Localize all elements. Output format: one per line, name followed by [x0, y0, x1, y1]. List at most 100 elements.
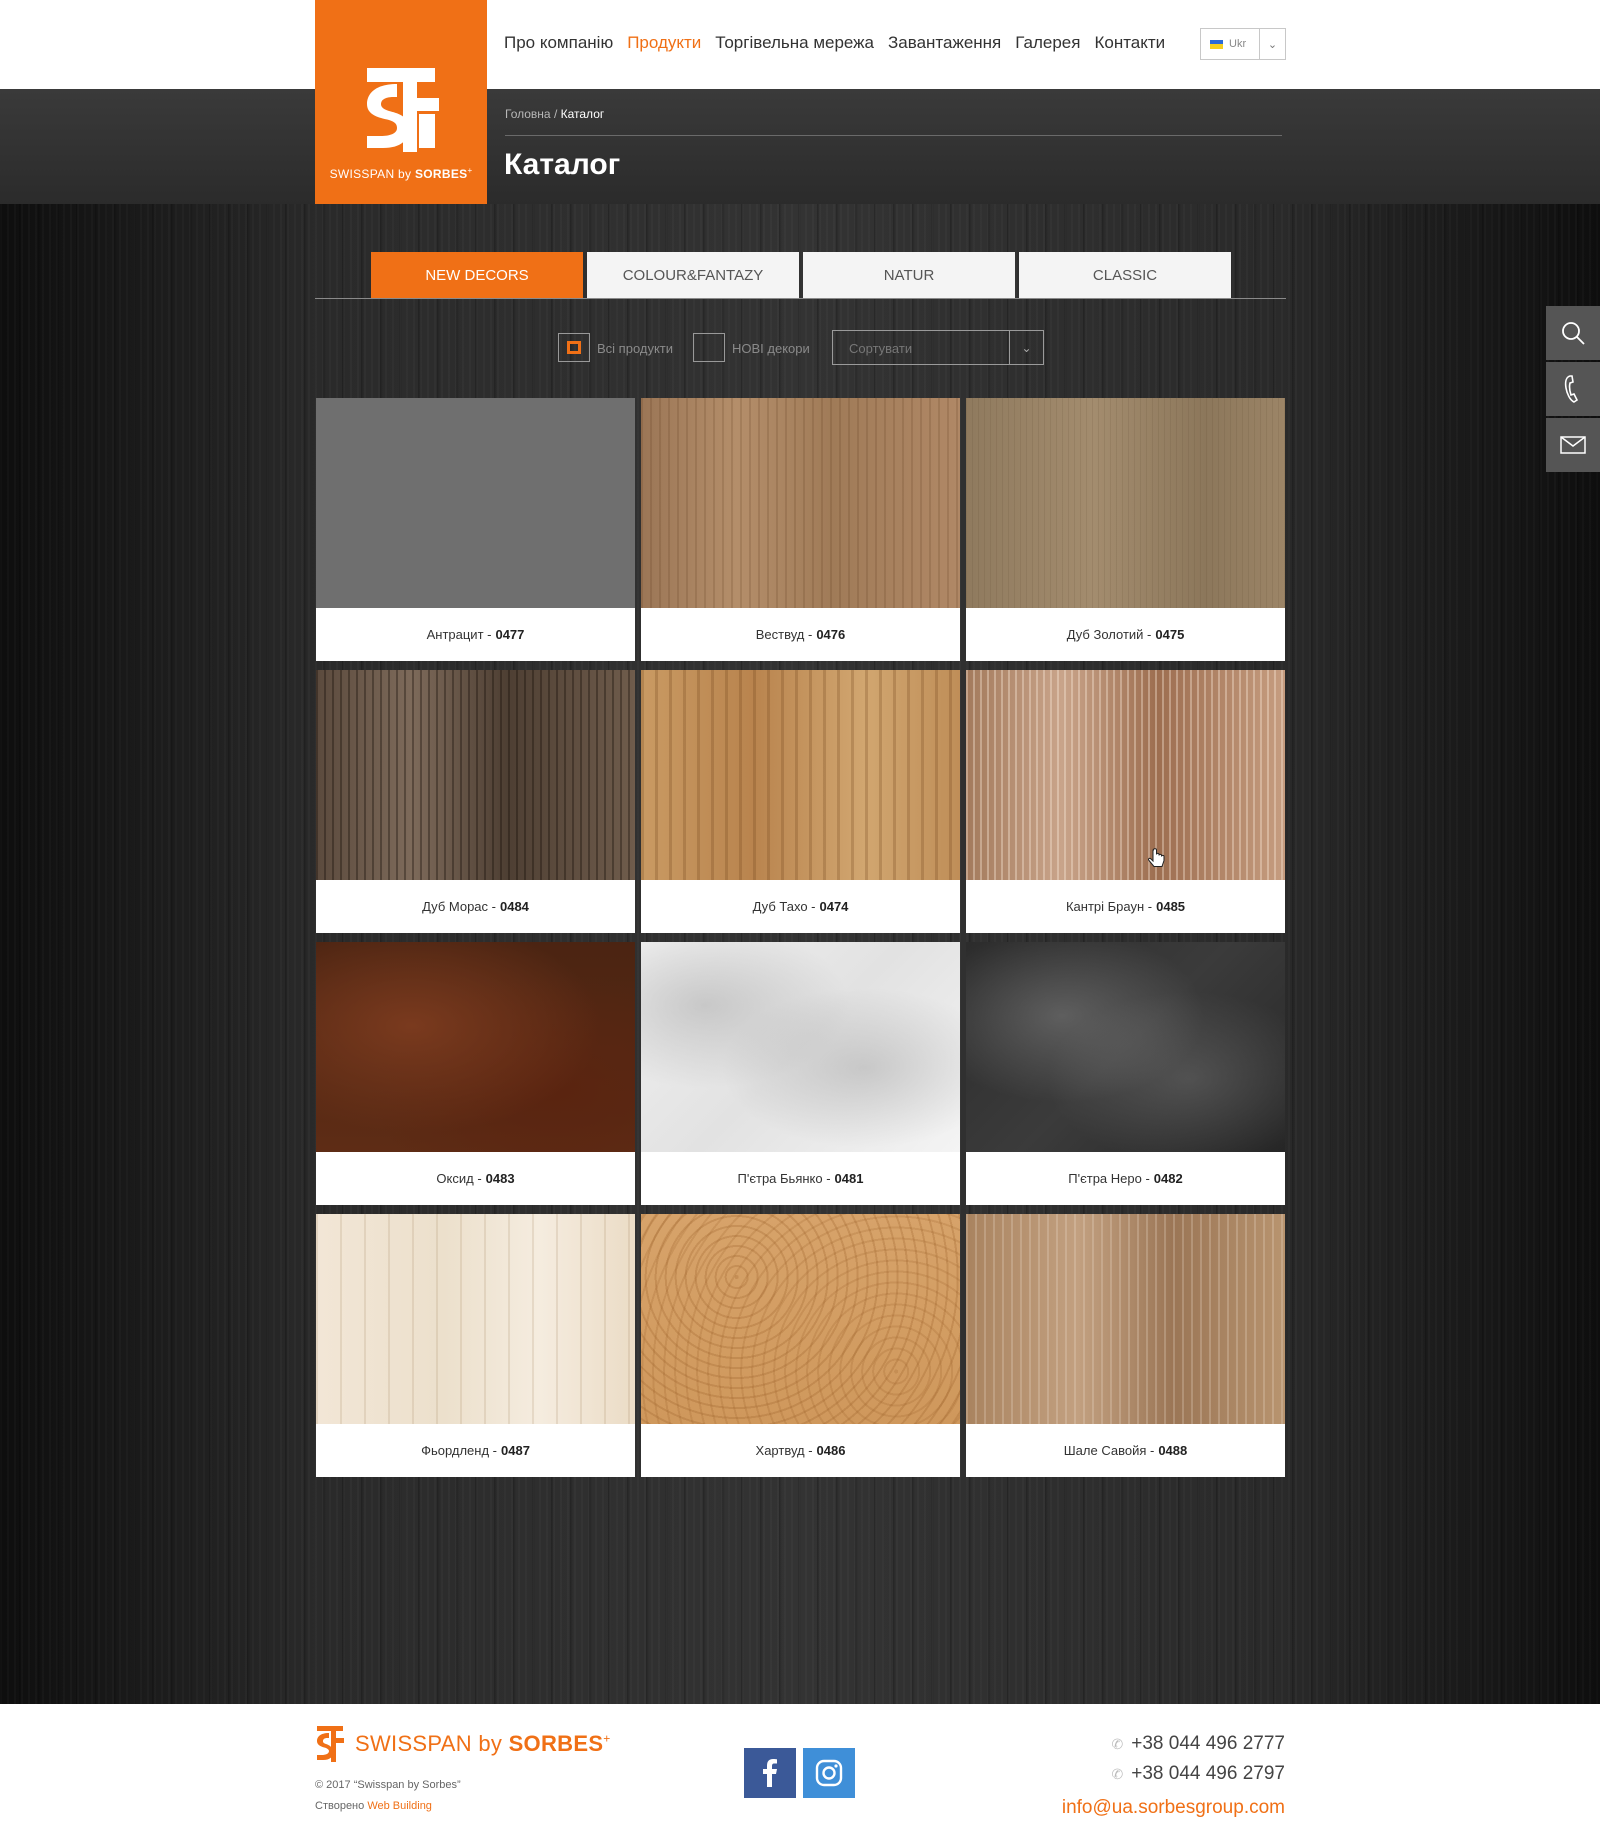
product-swatch[interactable] [641, 670, 960, 880]
chevron-down-icon[interactable]: ⌄ [1259, 29, 1285, 59]
footer-copyright: © 2017 “Swisspan by Sorbes” [315, 1779, 461, 1791]
main-nav: Про компанію Продукти Торгівельна мережа… [504, 33, 1179, 53]
footer-created-link[interactable]: Web Building [367, 1800, 432, 1812]
hand-cursor-icon [1147, 848, 1165, 867]
site-logo[interactable]: SWISSPAN by SORBES+ [315, 0, 487, 204]
nav-products[interactable]: Продукти [627, 33, 701, 53]
footer-phone-2-number: +38 044 496 2797 [1131, 1763, 1285, 1784]
product-swatch[interactable] [966, 1214, 1285, 1424]
footer-phone-1[interactable]: ✆ +38 044 496 2777 [1112, 1733, 1285, 1755]
footer-email[interactable]: info@ua.sorbesgroup.com [1062, 1797, 1285, 1819]
product-swatch[interactable] [966, 398, 1285, 608]
product-caption: П'єтра Неро -0482 [966, 1152, 1285, 1205]
product-name: П'єтра Бьянко - [737, 1171, 831, 1186]
product-swatch[interactable] [641, 398, 960, 608]
product-card[interactable]: П'єтра Неро -0482 [966, 942, 1285, 1205]
product-code: 0481 [834, 1171, 864, 1186]
tab-classic[interactable]: CLASSIC [1019, 252, 1231, 298]
product-swatch[interactable] [966, 942, 1285, 1152]
instagram-icon [815, 1759, 843, 1787]
product-name: Антрацит - [426, 627, 492, 642]
product-caption: Оксид -0483 [316, 1152, 635, 1205]
side-search-button[interactable] [1546, 306, 1600, 360]
product-caption: Хартвуд -0486 [641, 1424, 960, 1477]
product-caption: Дуб Морас -0484 [316, 880, 635, 933]
product-name: Хартвуд - [755, 1443, 813, 1458]
nav-retail-network[interactable]: Торгівельна мережа [715, 33, 874, 53]
nav-contacts[interactable]: Контакти [1094, 33, 1165, 53]
product-caption: П'єтра Бьянко -0481 [641, 1152, 960, 1205]
footer-created: Створено Web Building [315, 1800, 432, 1812]
product-card[interactable]: Фьордленд - 0487 [316, 1214, 635, 1477]
mail-icon [1560, 436, 1586, 454]
product-card[interactable]: Хартвуд -0486 [641, 1214, 960, 1477]
title-band [0, 89, 1600, 204]
product-code: 0482 [1153, 1171, 1183, 1186]
product-swatch[interactable] [641, 1214, 960, 1424]
title-divider [505, 135, 1282, 136]
side-mail-button[interactable] [1546, 418, 1600, 472]
product-card[interactable]: П'єтра Бьянко -0481 [641, 942, 960, 1205]
page-title: Каталог [504, 148, 621, 181]
product-swatch[interactable] [316, 942, 635, 1152]
category-tabs: NEW DECORS COLOUR&FANTAZY NATUR CLASSIC [315, 252, 1286, 299]
nav-about[interactable]: Про компанію [504, 33, 613, 53]
product-name: П'єтра Неро - [1068, 1171, 1150, 1186]
logo-mark-icon [367, 68, 439, 152]
product-code: 0476 [816, 627, 846, 642]
product-card[interactable]: Дуб Тахо -0474 [641, 670, 960, 933]
facebook-icon [763, 1759, 777, 1787]
product-card[interactable]: Кантрі Браун -0485 [966, 670, 1285, 933]
phone-icon: ✆ [1111, 1765, 1124, 1782]
product-caption: Шале Савойя -0488 [966, 1424, 1285, 1477]
product-caption: Дуб Тахо -0474 [641, 880, 960, 933]
footer-brand-bold: SORBES [508, 1731, 604, 1756]
product-card[interactable]: Вествуд -0476 [641, 398, 960, 661]
product-swatch[interactable] [316, 398, 635, 608]
product-card[interactable]: Шале Савойя -0488 [966, 1214, 1285, 1477]
breadcrumb-home[interactable]: Головна [505, 107, 551, 121]
tab-colour-fantazy[interactable]: COLOUR&FANTAZY [587, 252, 799, 298]
product-name: Оксид - [436, 1171, 482, 1186]
nav-gallery[interactable]: Галерея [1015, 33, 1080, 53]
language-label: Ukr [1229, 38, 1247, 50]
breadcrumb-current: Каталог [560, 107, 605, 121]
product-code: 0477 [495, 627, 525, 642]
footer-brand-prefix: SWISSPAN by [355, 1731, 503, 1756]
all-products-checkbox[interactable] [558, 333, 590, 362]
phone-icon: ✆ [1111, 1735, 1124, 1752]
product-caption: Дуб Золотий -0475 [966, 608, 1285, 661]
tab-natur[interactable]: NATUR [803, 252, 1015, 298]
new-decors-checkbox[interactable] [693, 333, 725, 362]
product-swatch[interactable] [641, 942, 960, 1152]
language-select[interactable]: Ukr ⌄ [1200, 28, 1286, 60]
product-card[interactable]: Дуб Золотий -0475 [966, 398, 1285, 661]
product-swatch[interactable] [966, 670, 1285, 880]
product-card[interactable]: Антрацит -0477 [316, 398, 635, 661]
product-code: 0484 [499, 899, 529, 914]
product-card[interactable]: Оксид -0483 [316, 942, 635, 1205]
product-name: Шале Савойя - [1063, 1443, 1155, 1458]
search-icon [1562, 322, 1585, 345]
product-swatch[interactable] [316, 670, 635, 880]
tab-new-decors[interactable]: NEW DECORS [371, 252, 583, 298]
side-phone-button[interactable] [1546, 362, 1600, 416]
breadcrumb-separator: / [553, 107, 558, 121]
facebook-button[interactable] [744, 1748, 796, 1798]
logo-caption-prefix: SWISSPAN by [329, 167, 412, 181]
product-card[interactable]: Дуб Морас -0484 [316, 670, 635, 933]
footer-logo[interactable]: SWISSPAN by SORBES+ [315, 1726, 611, 1762]
footer-phone-1-number: +38 044 496 2777 [1131, 1733, 1285, 1754]
chevron-down-icon[interactable]: ⌄ [1009, 331, 1043, 364]
sort-select[interactable]: Сортувати ⌄ [832, 330, 1044, 365]
instagram-button[interactable] [803, 1748, 855, 1798]
product-name: Вествуд - [755, 627, 813, 642]
nav-downloads[interactable]: Завантаження [888, 33, 1001, 53]
all-products-label: Всі продукти [597, 341, 674, 356]
product-swatch[interactable] [316, 1214, 635, 1424]
product-name: Дуб Морас - [422, 899, 496, 914]
footer-phone-2[interactable]: ✆ +38 044 496 2797 [1112, 1763, 1285, 1785]
logo-caption-bold: SORBES [414, 167, 468, 181]
product-caption: Фьордленд - 0487 [316, 1424, 635, 1477]
product-code: 0483 [485, 1171, 515, 1186]
